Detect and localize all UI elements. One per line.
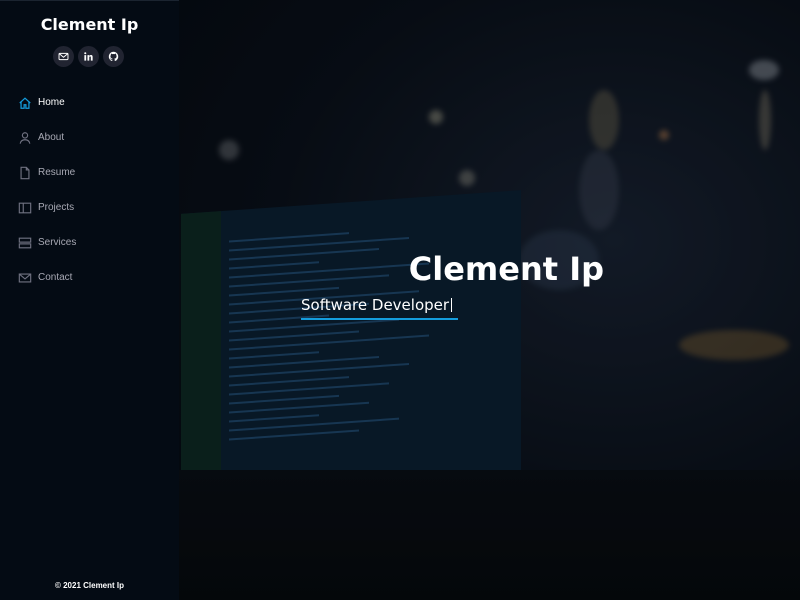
nav-item-projects[interactable]: Projects xyxy=(0,190,179,225)
book-icon xyxy=(18,201,32,215)
nav-item-home[interactable]: Home xyxy=(0,85,179,120)
linkedin-icon xyxy=(84,52,93,61)
hero-subtitle-text: Software Developer xyxy=(301,296,450,314)
linkedin-link[interactable] xyxy=(78,46,99,67)
copyright-footer: © 2021 Clement Ip xyxy=(54,581,125,590)
typing-cursor xyxy=(451,298,453,312)
nav-label-about: About xyxy=(38,132,65,143)
nav-label-projects: Projects xyxy=(38,202,75,213)
social-links xyxy=(53,46,124,67)
email-icon xyxy=(58,52,69,61)
nav-item-resume[interactable]: Resume xyxy=(0,155,179,190)
envelope-icon xyxy=(18,271,32,285)
github-icon xyxy=(108,51,119,62)
nav-label-resume: Resume xyxy=(38,167,76,178)
hero-title: Clement Ip xyxy=(408,250,604,288)
hero-section: Clement Ip Software Developer xyxy=(179,0,800,600)
user-icon xyxy=(18,131,32,145)
github-link[interactable] xyxy=(103,46,124,67)
sidebar: Clement Ip Home About Resume Projects Se… xyxy=(0,0,179,600)
email-link[interactable] xyxy=(53,46,74,67)
home-icon xyxy=(18,96,32,110)
hero-subtitle: Software Developer xyxy=(301,296,459,320)
file-icon xyxy=(18,166,32,180)
nav-label-services: Services xyxy=(38,237,77,248)
server-icon xyxy=(18,236,32,250)
nav-item-services[interactable]: Services xyxy=(0,225,179,260)
nav-item-contact[interactable]: Contact xyxy=(0,260,179,295)
nav-label-contact: Contact xyxy=(38,272,73,283)
nav-label-home: Home xyxy=(38,97,65,108)
nav-menu: Home About Resume Projects Services Cont… xyxy=(0,85,179,295)
nav-item-about[interactable]: About xyxy=(0,120,179,155)
profile-name: Clement Ip xyxy=(40,15,139,34)
